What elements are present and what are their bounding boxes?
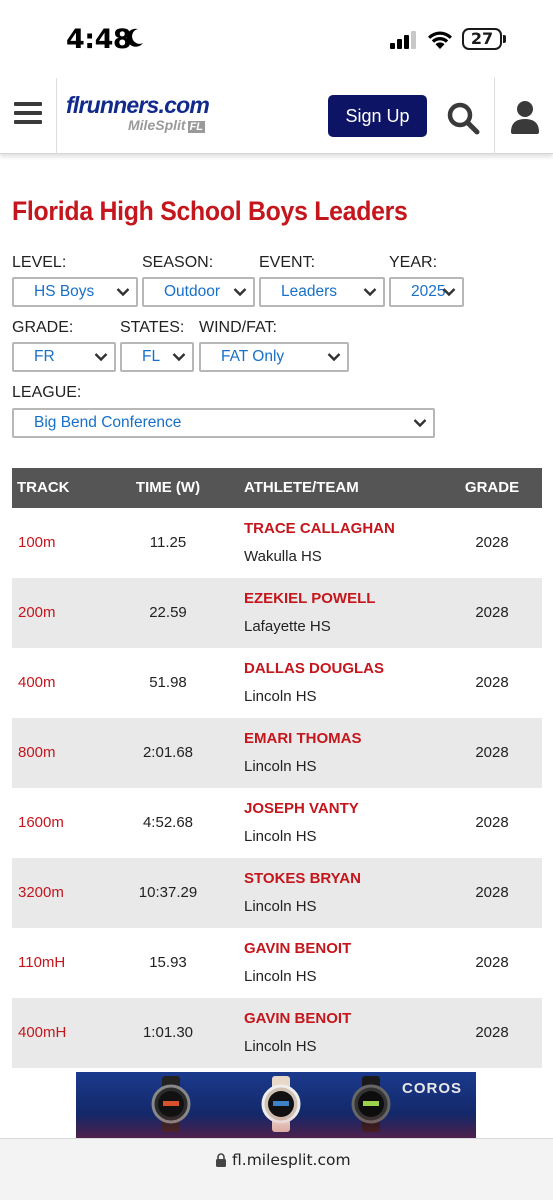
- moon-icon: [126, 28, 143, 47]
- table-row: 200m 22.59 EZEKIEL POWELL Lafayette HS 2…: [12, 578, 542, 648]
- time-cell: 2:01.68: [142, 744, 194, 761]
- search-icon[interactable]: [444, 99, 484, 139]
- table-header: TRACK TIME (W) ATHLETE/TEAM GRADE: [12, 468, 542, 508]
- grade-cell: 2028: [475, 604, 509, 621]
- grade-cell: 2028: [475, 534, 509, 551]
- team-name: Lincoln HS: [244, 688, 317, 705]
- table-row: 100m 11.25 TRACE CALLAGHAN Wakulla HS 20…: [12, 508, 542, 578]
- wind-fat-select[interactable]: FAT Only: [199, 342, 349, 372]
- battery-icon: 27: [462, 28, 502, 50]
- athlete-link[interactable]: STOKES BRYAN: [244, 870, 361, 887]
- athlete-link[interactable]: EZEKIEL POWELL: [244, 590, 375, 607]
- athlete-link[interactable]: JOSEPH VANTY: [244, 800, 359, 817]
- grade-cell: 2028: [475, 1024, 509, 1041]
- event-cell[interactable]: 110mH: [18, 954, 65, 971]
- team-name: Lincoln HS: [244, 758, 317, 775]
- grade-select[interactable]: FR: [12, 342, 116, 372]
- grade-cell: 2028: [475, 954, 509, 971]
- season-select[interactable]: Outdoor: [142, 277, 255, 307]
- chevron-down-icon: [413, 419, 427, 428]
- time-cell: 22.59: [149, 604, 187, 621]
- grade-cell: 2028: [475, 674, 509, 691]
- chevron-down-icon: [172, 353, 186, 362]
- time-cell: 51.98: [149, 674, 187, 691]
- wind-fat-label: WIND/FAT:: [199, 319, 277, 336]
- column-header-athlete: ATHLETE/TEAM: [244, 479, 359, 496]
- column-header-track: TRACK: [17, 479, 70, 496]
- wifi-icon: [428, 31, 452, 49]
- level-label: LEVEL:: [12, 254, 67, 271]
- team-name: Lincoln HS: [244, 898, 317, 915]
- grade-label: GRADE:: [12, 319, 74, 336]
- level-select[interactable]: HS Boys: [12, 277, 138, 307]
- time-cell: 4:52.68: [142, 814, 194, 831]
- chevron-down-icon: [327, 353, 341, 362]
- ad-brand-label: COROS: [402, 1080, 463, 1097]
- event-cell[interactable]: 400mH: [18, 1024, 66, 1041]
- league-select[interactable]: Big Bend Conference: [12, 408, 435, 438]
- time-cell: 10:37.29: [138, 884, 198, 901]
- table-row: 1600m 4:52.68 JOSEPH VANTY Lincoln HS 20…: [12, 788, 542, 858]
- table-row: 110mH 15.93 GAVIN BENOIT Lincoln HS 2028: [12, 928, 542, 998]
- event-select[interactable]: Leaders: [259, 277, 385, 307]
- table-row: 3200m 10:37.29 STOKES BRYAN Lincoln HS 2…: [12, 858, 542, 928]
- event-cell[interactable]: 1600m: [18, 814, 64, 831]
- athlete-link[interactable]: GAVIN BENOIT: [244, 1010, 351, 1027]
- grade-cell: 2028: [475, 884, 509, 901]
- chevron-down-icon: [94, 353, 108, 362]
- athlete-link[interactable]: GAVIN BENOIT: [244, 940, 351, 957]
- chevron-down-icon: [363, 288, 377, 297]
- event-cell[interactable]: 800m: [18, 744, 56, 761]
- battery-level: 27: [470, 29, 494, 48]
- event-cell[interactable]: 3200m: [18, 884, 64, 901]
- table-row: 400mH 1:01.30 GAVIN BENOIT Lincoln HS 20…: [12, 998, 542, 1068]
- site-header: flrunners.com MileSplit FL Sign Up: [0, 78, 553, 154]
- column-header-grade: GRADE: [464, 479, 520, 496]
- time-cell: 1:01.30: [142, 1024, 194, 1041]
- team-name: Lincoln HS: [244, 1038, 317, 1055]
- year-label: YEAR:: [389, 254, 438, 271]
- athlete-link[interactable]: DALLAS DOUGLAS: [244, 660, 384, 677]
- table-row: 800m 2:01.68 EMARI THOMAS Lincoln HS 202…: [12, 718, 542, 788]
- user-account-icon[interactable]: [508, 98, 542, 138]
- event-cell[interactable]: 400m: [18, 674, 56, 691]
- page-title: Florida High School Boys Leaders: [12, 196, 408, 226]
- time-cell: 11.25: [149, 534, 187, 551]
- cellular-signal-icon: [390, 31, 416, 49]
- year-select[interactable]: 2025: [389, 277, 464, 307]
- status-time: 4:48: [66, 24, 132, 55]
- chevron-down-icon: [233, 288, 247, 297]
- chevron-down-icon: [116, 288, 130, 297]
- states-select[interactable]: FL: [120, 342, 194, 372]
- event-label: EVENT:: [259, 254, 316, 271]
- athlete-link[interactable]: EMARI THOMAS: [244, 730, 362, 747]
- team-name: Lincoln HS: [244, 828, 317, 845]
- lock-icon: [216, 1153, 226, 1167]
- event-cell[interactable]: 200m: [18, 604, 56, 621]
- browser-url-bar[interactable]: fl.milesplit.com: [0, 1138, 553, 1200]
- ad-banner[interactable]: COROS: [76, 1072, 476, 1138]
- event-cell[interactable]: 100m: [18, 534, 56, 551]
- season-label: SEASON:: [142, 254, 214, 271]
- states-label: STATES:: [120, 319, 185, 336]
- team-name: Lafayette HS: [244, 618, 331, 635]
- grade-cell: 2028: [475, 814, 509, 831]
- time-cell: 15.93: [149, 954, 187, 971]
- site-logo[interactable]: flrunners.com MileSplit FL: [66, 92, 226, 140]
- column-header-time: TIME (W): [135, 479, 201, 496]
- team-name: Wakulla HS: [244, 548, 322, 565]
- grade-cell: 2028: [475, 744, 509, 761]
- team-name: Lincoln HS: [244, 968, 317, 985]
- sign-up-button[interactable]: Sign Up: [328, 95, 427, 137]
- league-label: LEAGUE:: [12, 384, 82, 401]
- status-bar: 4:48 27: [0, 0, 553, 80]
- hamburger-menu-icon[interactable]: [14, 102, 42, 124]
- chevron-down-icon: [442, 288, 456, 297]
- athlete-link[interactable]: TRACE CALLAGHAN: [244, 520, 395, 537]
- url-text: fl.milesplit.com: [232, 1151, 351, 1169]
- table-row: 400m 51.98 DALLAS DOUGLAS Lincoln HS 202…: [12, 648, 542, 718]
